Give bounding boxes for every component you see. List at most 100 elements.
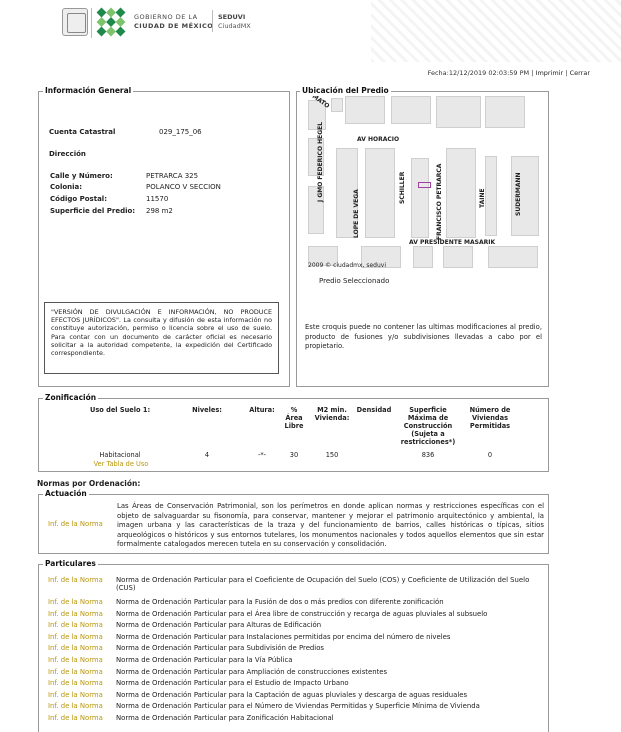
map-block [436,96,481,128]
top-links: Fecha:12/12/2019 02:03:59 PM | Imprimir … [380,69,590,77]
divider [212,10,213,32]
map-block [391,96,431,124]
croquis-note: Este croquis puede no contener las ultim… [305,323,542,350]
col-altura: Altura: [249,406,275,414]
street-label: SUDERMANN [515,172,522,216]
map-block [411,158,429,238]
imprimir-link[interactable]: Imprimir [536,69,564,77]
map-block [446,148,476,238]
location-map[interactable]: AV HORACIO AV PRESIDENTE MASARIK J GMO F… [303,96,543,271]
cerrar-link[interactable]: Cerrar [570,69,590,77]
seduvi-label: SEDUVI [218,13,246,21]
map-block [345,96,385,124]
norma-row: Inf. de la Norma Norma de Ordenación Part… [48,679,541,687]
norma-row: Inf. de la Norma Norma de Ordenación Part… [48,656,541,664]
street-label: FRANCISCO PETRARCA [436,163,443,240]
norma-text: Norma de Ordenación Particular para el E… [116,679,349,688]
inf-norma-link[interactable]: Inf. de la Norma [48,610,116,618]
cuenta-label: Cuenta Catastral [49,128,116,136]
street-label: AV PRESIDENTE MASARIK [409,239,496,246]
map-block [443,246,473,268]
superficie-value: 298 m2 [146,207,173,215]
gob-line2: CIUDAD DE MÉXICO [134,22,214,30]
norma-text: Norma de Ordenación Particular para la V… [116,656,293,664]
superficie-label: Superficie del Predio: [50,207,136,215]
col-m2-vivienda: M2 min. Vivienda: [314,406,350,422]
map-block [485,156,497,236]
map-block [485,96,525,128]
map-block [488,246,538,268]
gob-line1: GOBIERNO DE LA [134,13,198,21]
street-label: SCHILLER [399,171,406,204]
norma-text: Norma de Ordenación Particular para el C… [116,576,530,592]
fecha-label: Fecha:12/12/2019 02:03:59 PM [427,69,530,77]
norma-row: Inf. de la Norma Norma de Ordenación Part… [48,668,541,676]
row-uso: Habitacional [99,451,141,459]
norma-row: Inf. de la Norma Norma de Ordenación Part… [48,691,541,699]
normas-title: Normas por Ordenación: [37,479,141,488]
norma-text: Norma de Ordenación Particular para la F… [116,598,444,606]
norma-text: Norma de Ordenación Particular para Inst… [116,632,451,641]
inf-norma-link[interactable]: Inf. de la Norma [48,702,116,710]
disclaimer-text: "VERSIÓN DE DIVULGACIÓN E INFORMACIÓN, N… [44,302,279,374]
row-m2-vivienda: 150 [325,451,339,459]
inf-norma-link[interactable]: Inf. de la Norma [48,691,116,699]
col-viviendas: Número de Viviendas Permitidas [469,406,511,430]
seduvi-text: SEDUVI CiudadMX [218,13,251,31]
norma-text: Norma de Ordenación Particular para Subd… [116,644,325,653]
predio-seleccionado-label: Predio Seleccionado [319,277,390,285]
colonia-label: Colonia: [50,183,83,191]
norma-row: Inf. de la Norma Norma de Ordenación Part… [48,576,541,592]
inf-norma-link[interactable]: Inf. de la Norma [48,644,116,652]
ubicacion-legend: Ubicación del Predio [300,86,391,95]
norma-row: Inf. de la Norma Norma de Ordenación Part… [48,644,541,652]
map-block [413,246,433,268]
norma-text: Norma de Ordenación Particular para el Á… [116,609,488,618]
col-densidad: Densidad [356,406,392,414]
col-superficie: Superficie Máxima de Construcción (Sujet… [400,406,456,446]
seduvi-sub: CiudadMX [218,22,251,30]
inf-norma-link[interactable]: Inf. de la Norma [48,679,116,687]
colonia-value: POLANCO V SECCION [146,183,221,191]
divider [91,8,92,38]
separator: | [531,69,534,77]
inf-norma-link[interactable]: Inf. de la Norma [48,633,116,641]
actuacion-norma-link[interactable]: Inf. de la Norma [48,520,103,528]
cuenta-value: 029_175_06 [159,128,202,136]
street-label: AV HORACIO [357,136,400,143]
col-area-libre: % Área Libre [284,406,304,430]
row-viviendas: 0 [487,451,493,459]
norma-row: Inf. de la Norma Norma de Ordenación Part… [48,610,541,618]
norma-row: Inf. de la Norma Norma de Ordenación Part… [48,633,541,641]
actuacion-legend: Actuación [43,489,89,498]
norma-row: Inf. de la Norma Norma de Ordenación Part… [48,702,541,710]
inf-norma-link[interactable]: Inf. de la Norma [48,598,116,606]
col-niveles: Niveles: [192,406,222,414]
inf-norma-link[interactable]: Inf. de la Norma [48,621,116,629]
cdmx-logo-icon [96,7,126,37]
col-uso: Uso del Suelo 1: [90,406,151,414]
selected-lot-marker[interactable] [418,182,431,188]
cp-label: Código Postal: [50,195,107,203]
norma-text: Norma de Ordenación Particular para Altu… [116,621,322,630]
norma-text: Norma de Ordenación Particular para Ampl… [116,667,388,676]
zonificacion-legend: Zonificación [43,393,99,402]
street-label: TAINE [479,188,486,208]
calle-value: PETRARCA 325 [146,172,199,180]
ver-tabla-uso-link[interactable]: Ver Tabla de Uso [85,460,157,468]
map-block [331,98,343,112]
norma-row: Inf. de la Norma Norma de Ordenación Part… [48,714,541,722]
map-block [365,148,395,238]
row-altura: -*- [257,451,267,459]
gobierno-text: GOBIERNO DE LA CIUDAD DE MÉXICO [134,13,213,31]
inf-norma-link[interactable]: Inf. de la Norma [48,656,116,664]
inf-norma-link[interactable]: Inf. de la Norma [48,668,116,676]
inf-norma-link[interactable]: Inf. de la Norma [48,576,116,584]
inf-norma-link[interactable]: Inf. de la Norma [48,714,116,722]
norma-text: Norma de Ordenación Particular para el N… [116,702,480,711]
norma-row: Inf. de la Norma Norma de Ordenación Part… [48,598,541,606]
particulares-legend: Particulares [43,559,98,568]
info-general-legend: Información General [43,86,134,95]
header-pattern [371,0,621,62]
street-label: J GMO FEDERICO HEGEL [317,121,324,202]
